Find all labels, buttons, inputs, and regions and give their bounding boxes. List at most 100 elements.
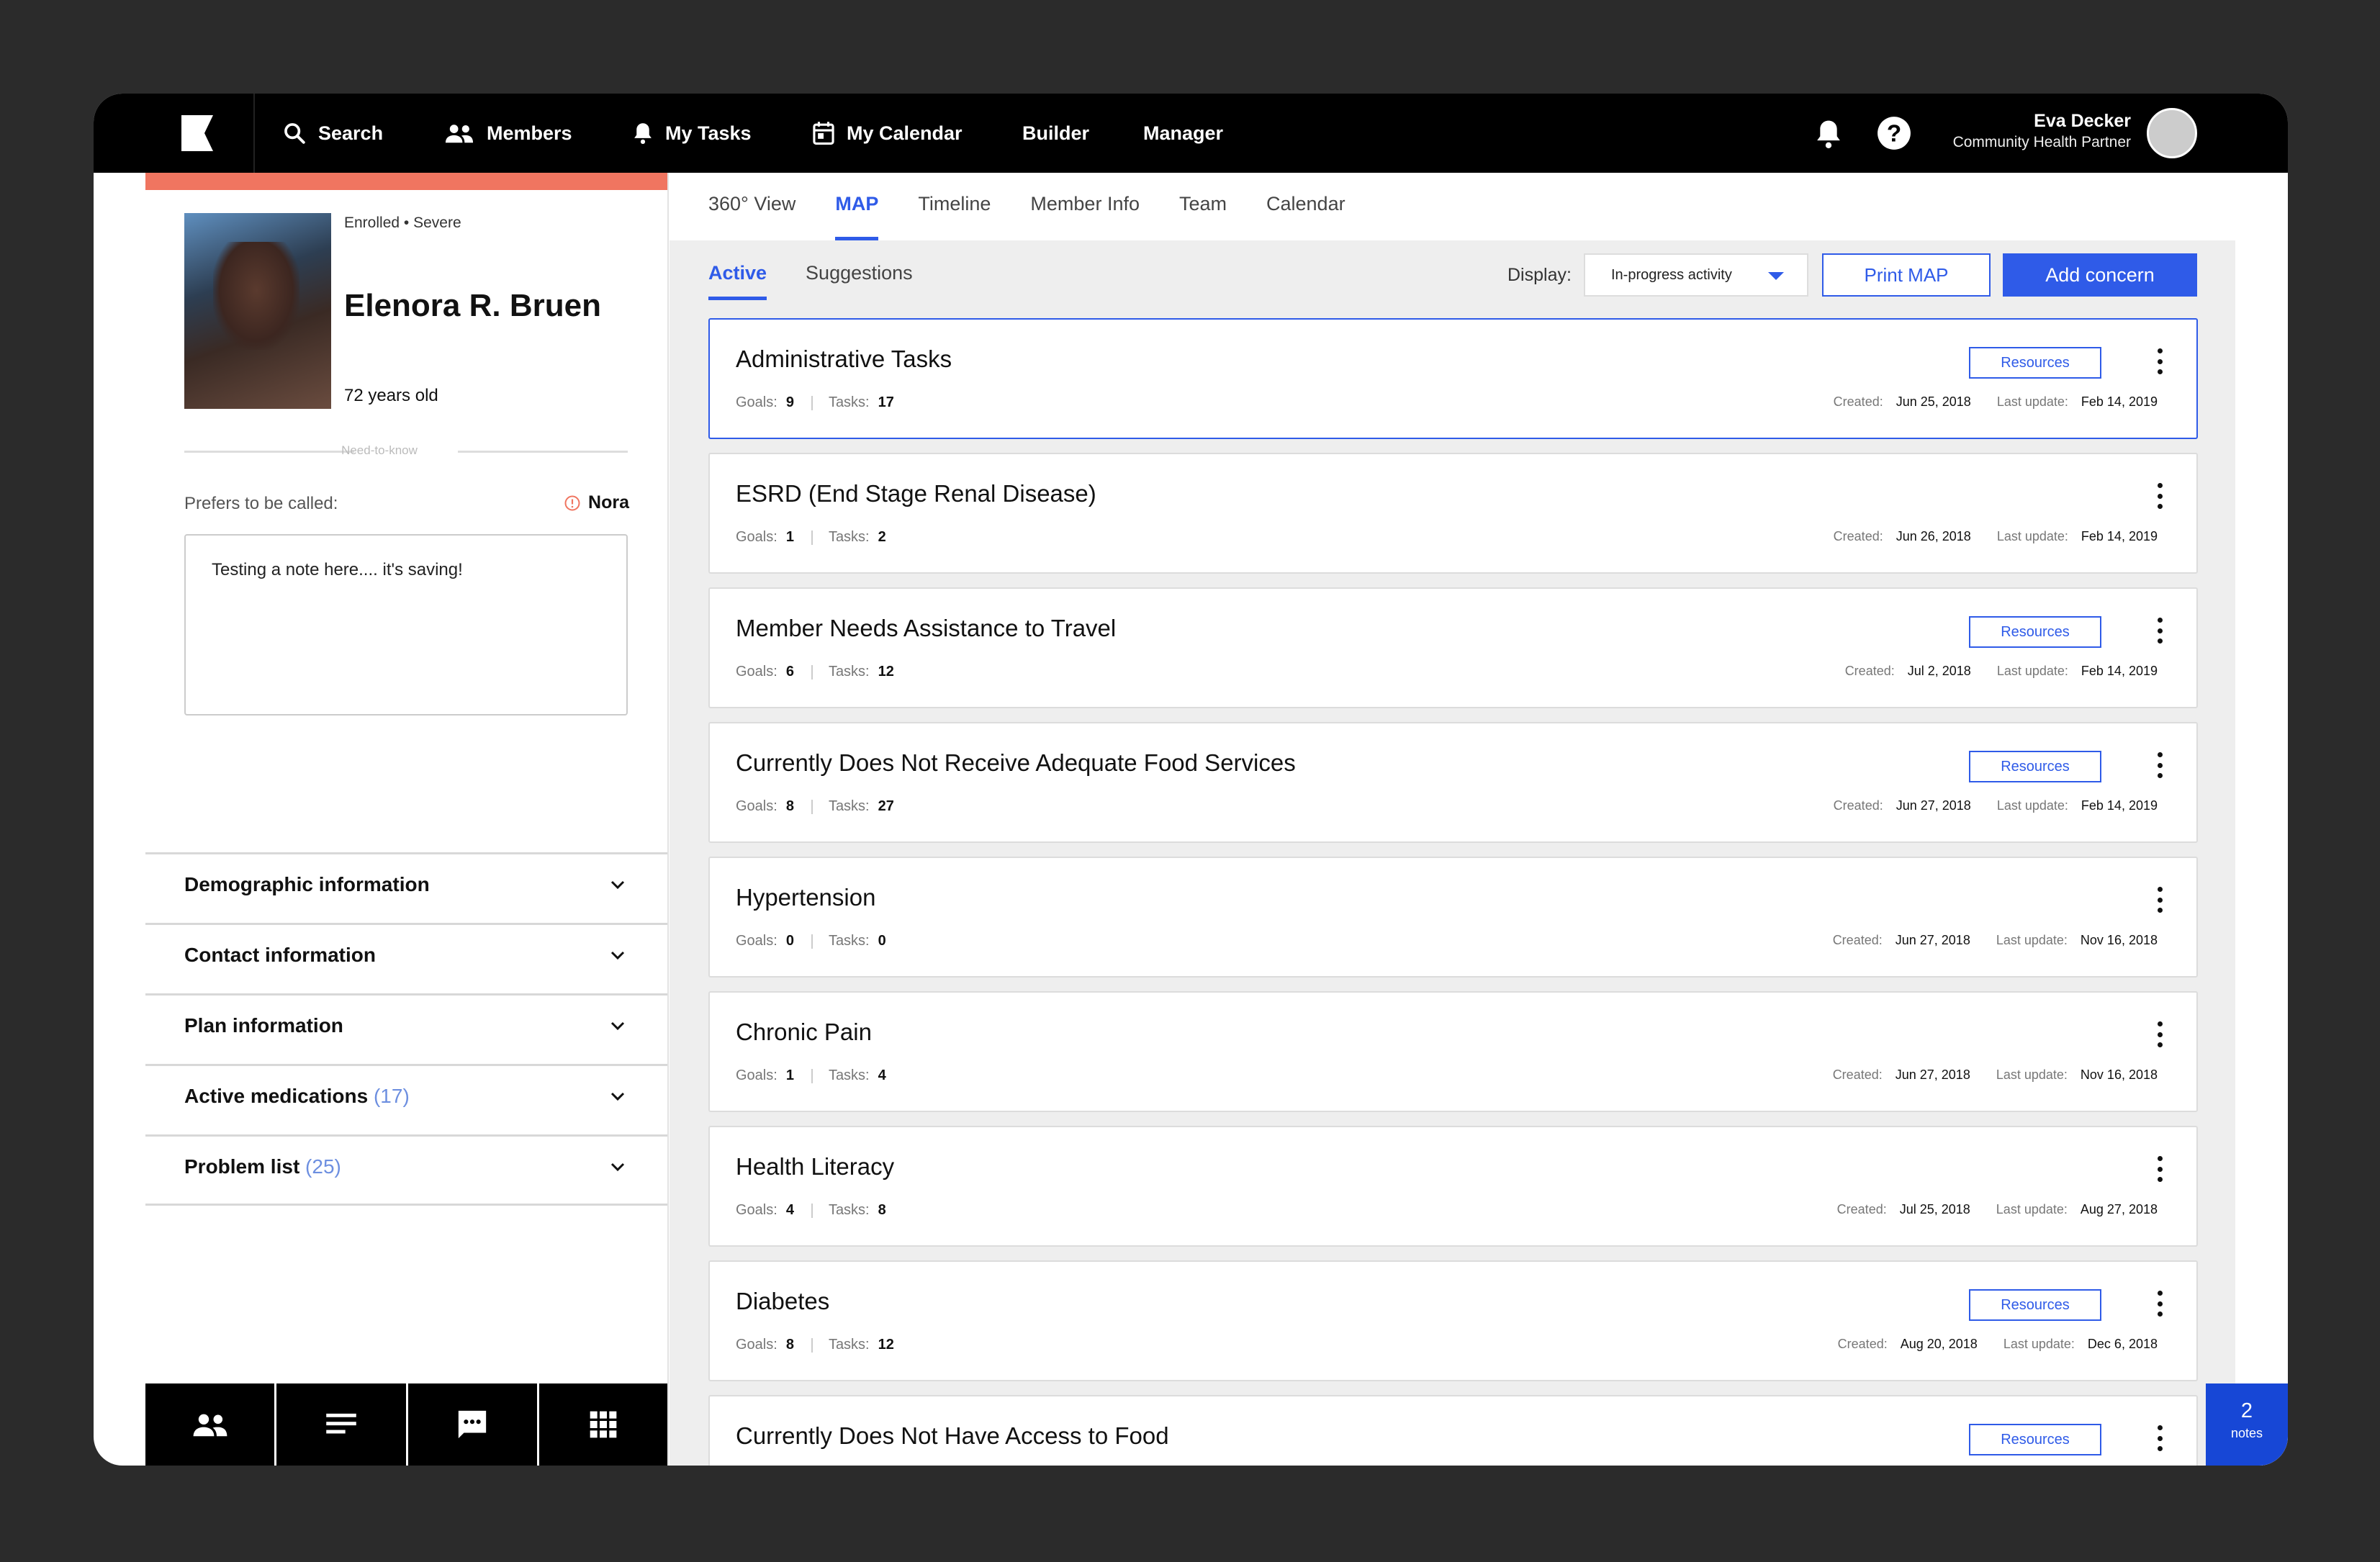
accordion-demographic[interactable]: Demographic information [145, 852, 668, 921]
divider [811, 1338, 813, 1353]
concern-card[interactable]: Currently Does Not Have Access to FoodGo… [708, 1395, 2198, 1466]
resources-button[interactable]: Resources [1969, 616, 2101, 648]
tab-map[interactable]: MAP [835, 173, 879, 240]
more-options-icon[interactable] [2156, 348, 2163, 374]
more-options-icon[interactable] [2156, 1156, 2163, 1182]
more-options-icon[interactable] [2156, 1425, 2163, 1451]
tasks-count: 17 [878, 394, 894, 410]
concern-card[interactable]: Currently Does Not Receive Adequate Food… [708, 722, 2198, 843]
nav-my-tasks[interactable]: My Tasks [632, 94, 752, 173]
concern-title[interactable]: Administrative Tasks [736, 346, 952, 373]
resources-button[interactable]: Resources [1969, 1424, 2101, 1455]
created-label: Created: [1836, 1202, 1887, 1216]
tab-calendar[interactable]: Calendar [1266, 173, 1345, 240]
concern-card[interactable]: Hypertension Goals: 0 Tasks: 0 Created: Jun 27… [708, 857, 2198, 978]
status-separator: • [403, 215, 414, 231]
concern-title[interactable]: Member Needs Assistance to Travel [736, 615, 1116, 642]
accordion-problem-list[interactable]: Problem list (25) [145, 1134, 668, 1206]
last-update-date: Nov 16, 2018 [2080, 933, 2158, 947]
divider [811, 665, 813, 680]
subtab-active[interactable]: Active [708, 262, 767, 300]
concern-title[interactable]: ESRD (End Stage Renal Disease) [736, 480, 1096, 507]
goals-label: Goals: [736, 1337, 777, 1353]
concern-dates: Created: Jun 26, 2018 Last update: Feb 14, … [1834, 529, 2158, 544]
member-note-field[interactable]: Testing a note here.... it's saving! [184, 534, 628, 715]
member-age: 72 years old [344, 386, 438, 405]
notes-label: notes [2230, 1426, 2263, 1440]
accordion-label: Demographic information [184, 873, 430, 895]
concern-title[interactable]: Diabetes [736, 1288, 829, 1315]
concern-title[interactable]: Currently Does Not Receive Adequate Food… [736, 749, 1296, 777]
more-options-icon[interactable] [2156, 752, 2163, 778]
notes-list-tab[interactable] [276, 1383, 408, 1466]
accordion-label: Problem list (25) [184, 1155, 341, 1178]
created-label: Created: [1844, 664, 1895, 678]
tasks-count: 0 [878, 933, 886, 949]
concern-card[interactable]: Member Needs Assistance to Travel Goals: 6… [708, 587, 2198, 708]
concern-title[interactable]: Currently Does Not Have Access to Food [736, 1422, 1169, 1450]
accordion-contact[interactable]: Contact information [145, 923, 668, 992]
accordion-label: Contact information [184, 944, 376, 966]
concern-counts: Goals: 4 Tasks: 8 [736, 1202, 903, 1219]
member-name: Elenora R. Bruen [344, 288, 601, 323]
created-date: Jul 2, 2018 [1907, 664, 1971, 678]
goals-label: Goals: [736, 798, 777, 814]
concern-title[interactable]: Hypertension [736, 884, 875, 911]
notes-badge[interactable]: 2 notes [2206, 1383, 2288, 1466]
subtab-suggestions[interactable]: Suggestions [806, 262, 913, 300]
goals-count: 0 [785, 933, 794, 949]
accordion-plan[interactable]: Plan information [145, 993, 668, 1062]
print-map-button[interactable]: Print MAP [1822, 253, 1991, 297]
resources-button[interactable]: Resources [1969, 1289, 2101, 1321]
concern-dates: Created: Jun 27, 2018 Last update: Nov 16, … [1833, 1067, 2158, 1083]
notifications-bell-icon[interactable] [1814, 118, 1843, 150]
members-tab[interactable] [145, 1383, 277, 1466]
concern-card[interactable]: Diabetes Goals: 8 Tasks: 12 Created: Aug 20, 2… [708, 1260, 2198, 1381]
tasks-label: Tasks: [828, 529, 870, 545]
resources-button[interactable]: Resources [1969, 751, 2101, 782]
bell-icon [634, 123, 652, 144]
help-icon[interactable]: ? [1876, 115, 1912, 151]
user-name: Eva Decker [2034, 111, 2131, 131]
display-select[interactable]: In-progress activity [1584, 253, 1808, 297]
user-avatar[interactable] [2147, 108, 2197, 158]
goals-label: Goals: [736, 933, 777, 949]
resources-button[interactable]: Resources [1969, 347, 2101, 379]
concern-card[interactable]: Health Literacy Goals: 4 Tasks: 8 Created: Jul… [708, 1126, 2198, 1247]
divider [811, 531, 813, 545]
severity-status: Severe [413, 215, 461, 231]
more-options-icon[interactable] [2156, 618, 2163, 644]
nav-search[interactable]: Search [282, 94, 383, 173]
nav-members[interactable]: Members [443, 94, 572, 173]
nav-my-calendar[interactable]: My Calendar [812, 94, 963, 173]
tab-timeline[interactable]: Timeline [918, 173, 991, 240]
nav-my-calendar-label: My Calendar [847, 122, 963, 144]
chevron-down-icon [610, 880, 625, 890]
more-options-icon[interactable] [2156, 1021, 2163, 1047]
concern-card[interactable]: Administrative Tasks Goals: 9 Tasks: 17 Creat… [708, 318, 2198, 439]
created-date: Aug 20, 2018 [1900, 1337, 1978, 1351]
apps-tab[interactable] [538, 1383, 668, 1466]
concern-card[interactable]: ESRD (End Stage Renal Disease) Goals: 1 Tas… [708, 453, 2198, 574]
concern-card[interactable]: Chronic Pain Goals: 1 Tasks: 4 Created: Jun 27… [708, 991, 2198, 1112]
tab-360-view[interactable]: 360° View [708, 173, 795, 240]
tab-team[interactable]: Team [1179, 173, 1227, 240]
concern-title[interactable]: Health Literacy [736, 1153, 894, 1180]
nav-manager[interactable]: Manager [1143, 94, 1223, 173]
accordion-label: Active medications (17) [184, 1085, 410, 1107]
more-options-icon[interactable] [2156, 887, 2163, 913]
accordion-medications[interactable]: Active medications (17) [145, 1064, 668, 1133]
tab-member-info[interactable]: Member Info [1030, 173, 1140, 240]
tasks-count: 2 [878, 529, 886, 545]
messages-tab[interactable] [407, 1383, 539, 1466]
more-options-icon[interactable] [2156, 1291, 2163, 1317]
divider [811, 1069, 813, 1083]
created-label: Created: [1833, 394, 1883, 409]
last-update-date: Feb 14, 2019 [2081, 798, 2158, 813]
add-concern-button[interactable]: Add concern [2003, 253, 2197, 297]
concern-title[interactable]: Chronic Pain [736, 1019, 872, 1046]
app-logo-icon[interactable] [180, 114, 215, 153]
nav-members-label: Members [487, 122, 572, 144]
nav-builder[interactable]: Builder [1022, 94, 1089, 173]
more-options-icon[interactable] [2156, 483, 2163, 509]
